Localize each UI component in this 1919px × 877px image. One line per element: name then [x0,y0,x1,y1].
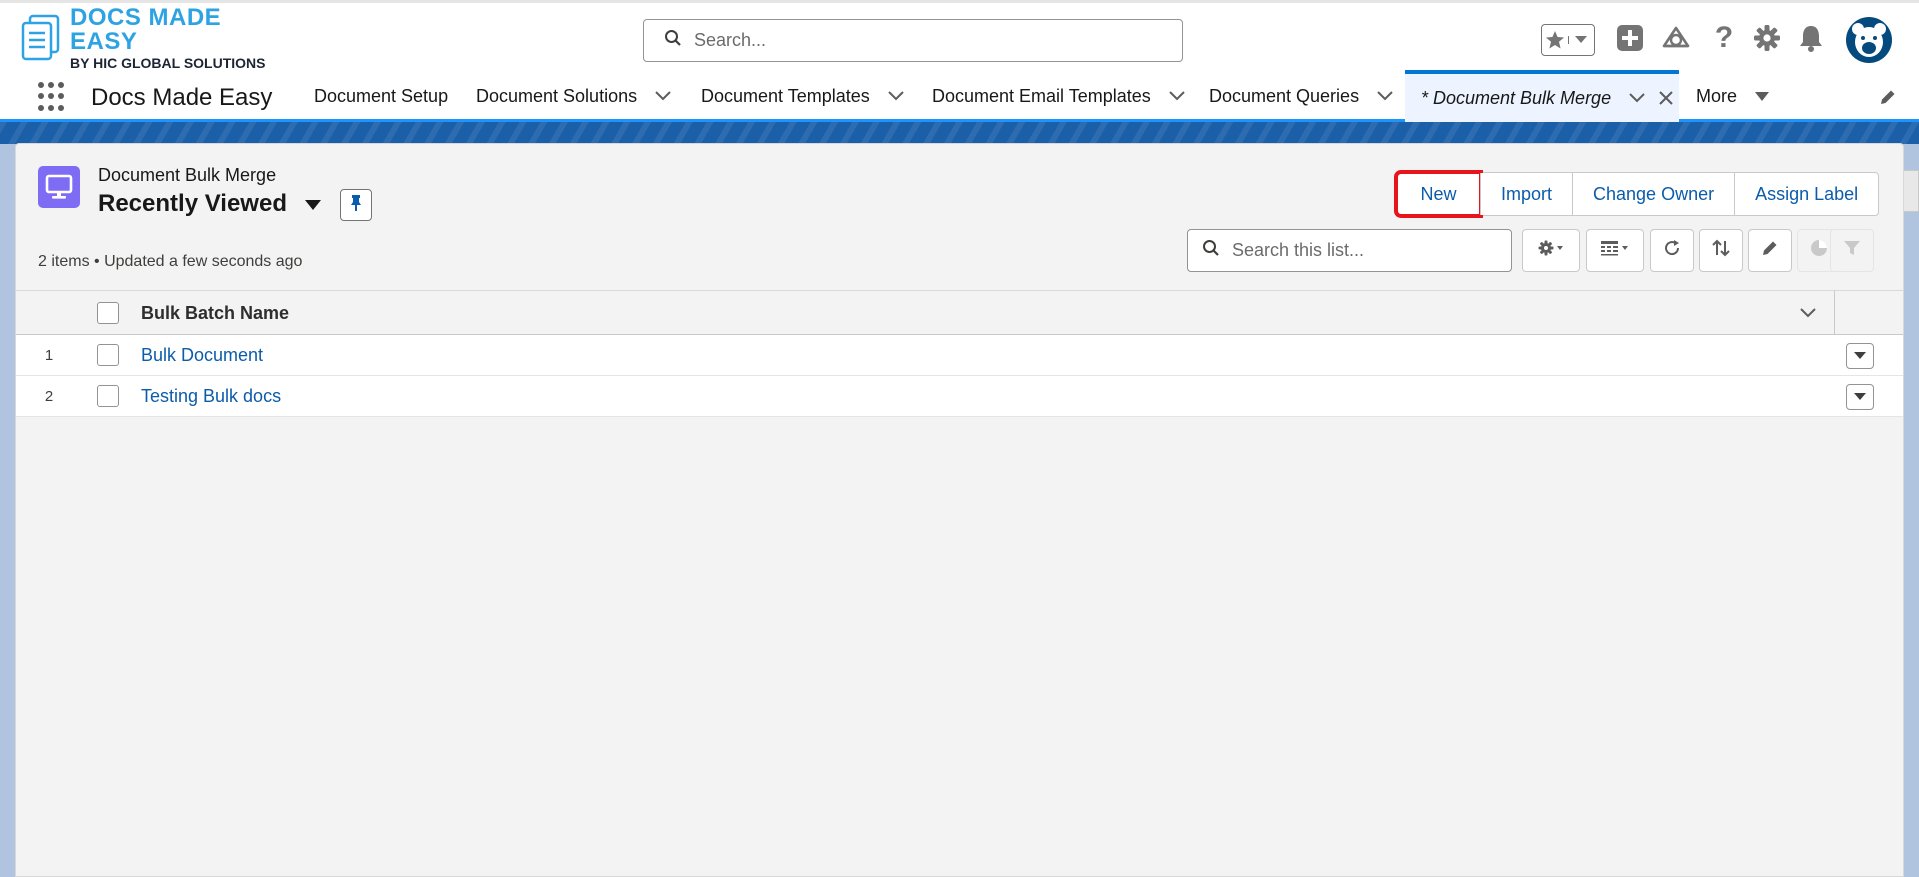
caret-down-icon[interactable] [1755,91,1770,101]
table-row: 2 Testing Bulk docs [16,376,1903,417]
list-meta-text: 2 items • Updated a few seconds ago [38,253,303,270]
nav-tab-label: Document Queries [1209,85,1360,106]
list-settings-button[interactable] [1522,229,1580,272]
list-view-picker[interactable]: Recently Viewed [98,190,321,218]
add-icon[interactable] [1615,21,1645,55]
nav-tab-label: More [1696,85,1738,106]
caret-down-icon[interactable] [304,190,321,218]
favorites-button-group [1541,24,1595,56]
row-checkbox[interactable] [97,385,119,407]
refresh-button[interactable] [1650,229,1694,272]
pin-icon [350,194,362,217]
list-view-name: Recently Viewed [98,190,287,217]
pencil-icon [1761,239,1779,262]
caret-down-icon [1854,388,1866,406]
global-search-input[interactable] [694,30,1154,51]
background-banner [0,122,1919,144]
app-navigation-bar: Docs Made Easy Document Setup Document S… [0,70,1919,122]
edit-list-button[interactable] [1748,229,1792,272]
list-search-box[interactable] [1187,229,1512,272]
edit-nav-pencil-icon[interactable] [1879,88,1897,111]
nav-tab-label: * Document Bulk Merge [1421,87,1612,108]
avatar[interactable] [1846,17,1892,63]
chevron-down-icon[interactable] [1629,93,1645,103]
sort-button[interactable] [1699,229,1743,272]
trailhead-icon[interactable] [1660,21,1692,55]
global-search-box[interactable] [643,19,1183,62]
chevron-down-icon[interactable] [888,91,904,101]
list-actions: New Import Change Owner Assign Label [1394,170,1880,218]
assign-label-button[interactable]: Assign Label [1734,173,1879,215]
caret-down-icon [1854,347,1866,365]
nav-tab-document-setup[interactable]: Document Setup [314,70,448,122]
close-tab-icon[interactable] [1659,91,1673,105]
import-button[interactable]: Import [1480,173,1573,215]
list-search-input[interactable] [1232,240,1492,261]
table-row: 1 Bulk Document [16,335,1903,376]
app-launcher-icon[interactable] [38,82,68,112]
row-actions-menu[interactable] [1846,384,1874,410]
record-link[interactable]: Testing Bulk docs [141,386,281,407]
search-icon [664,29,682,52]
change-owner-button[interactable]: Change Owner [1572,173,1735,215]
nav-tab-document-solutions[interactable]: Document Solutions [476,70,671,122]
sort-arrows-icon [1711,238,1731,263]
row-number: 2 [44,388,54,405]
nav-more-menu[interactable]: More [1696,70,1770,122]
chevron-down-icon[interactable] [655,91,671,101]
column-divider [1834,291,1835,335]
chevron-down-icon[interactable] [1567,36,1595,44]
refresh-icon [1663,239,1681,262]
global-header: DOCS MADE EASY BY HIC GLOBAL SOLUTIONS ? [0,0,1919,70]
nav-tab-document-templates[interactable]: Document Templates [701,70,904,122]
pie-chart-icon [1809,238,1829,263]
row-checkbox[interactable] [97,344,119,366]
logo-subtitle: BY HIC GLOBAL SOLUTIONS [70,55,266,71]
search-icon [1202,239,1220,262]
setup-gear-icon[interactable] [1752,21,1782,55]
list-table: Bulk Batch Name 1 Bulk Document 2 Testin… [16,290,1903,417]
nav-tab-document-queries[interactable]: Document Queries [1209,70,1393,122]
document-logo-icon [20,14,64,62]
list-view-card: Document Bulk Merge Recently Viewed 2 it… [15,143,1904,877]
display-as-table-button[interactable] [1586,229,1644,272]
filter-button[interactable] [1830,229,1874,272]
select-all-checkbox[interactable] [97,302,119,324]
pin-list-view-button[interactable] [340,189,372,221]
star-icon[interactable] [1542,30,1568,50]
row-number: 1 [44,347,54,364]
object-label: Document Bulk Merge [98,165,277,185]
table-header-row: Bulk Batch Name [16,290,1903,335]
nav-tab-label: Document Templates [701,85,870,106]
logo[interactable]: DOCS MADE EASY BY HIC GLOBAL SOLUTIONS [20,6,280,70]
record-link[interactable]: Bulk Document [141,345,263,366]
filter-icon [1843,239,1861,262]
logo-title: DOCS MADE EASY [70,4,222,55]
nav-tab-document-bulk-merge[interactable]: * Document Bulk Merge [1405,70,1679,122]
column-header-bulk-batch-name[interactable]: Bulk Batch Name [141,303,289,324]
chevron-down-icon[interactable] [1377,91,1393,101]
table-icon [1601,240,1629,261]
help-icon[interactable]: ? [1710,21,1738,55]
notification-bell-icon[interactable] [1797,21,1825,55]
nav-tab-label: Document Solutions [476,85,638,106]
row-actions-menu[interactable] [1846,343,1874,369]
gear-icon [1538,240,1564,261]
nav-tab-label: Document Email Templates [932,85,1151,106]
nav-tab-label: Document Setup [314,85,449,106]
nav-tab-document-email-templates[interactable]: Document Email Templates [932,70,1185,122]
app-name: Docs Made Easy [91,84,273,111]
chevron-down-icon[interactable] [1800,305,1816,323]
monitor-icon [38,166,80,208]
new-button[interactable]: New [1394,170,1483,218]
chevron-down-icon[interactable] [1169,91,1185,101]
